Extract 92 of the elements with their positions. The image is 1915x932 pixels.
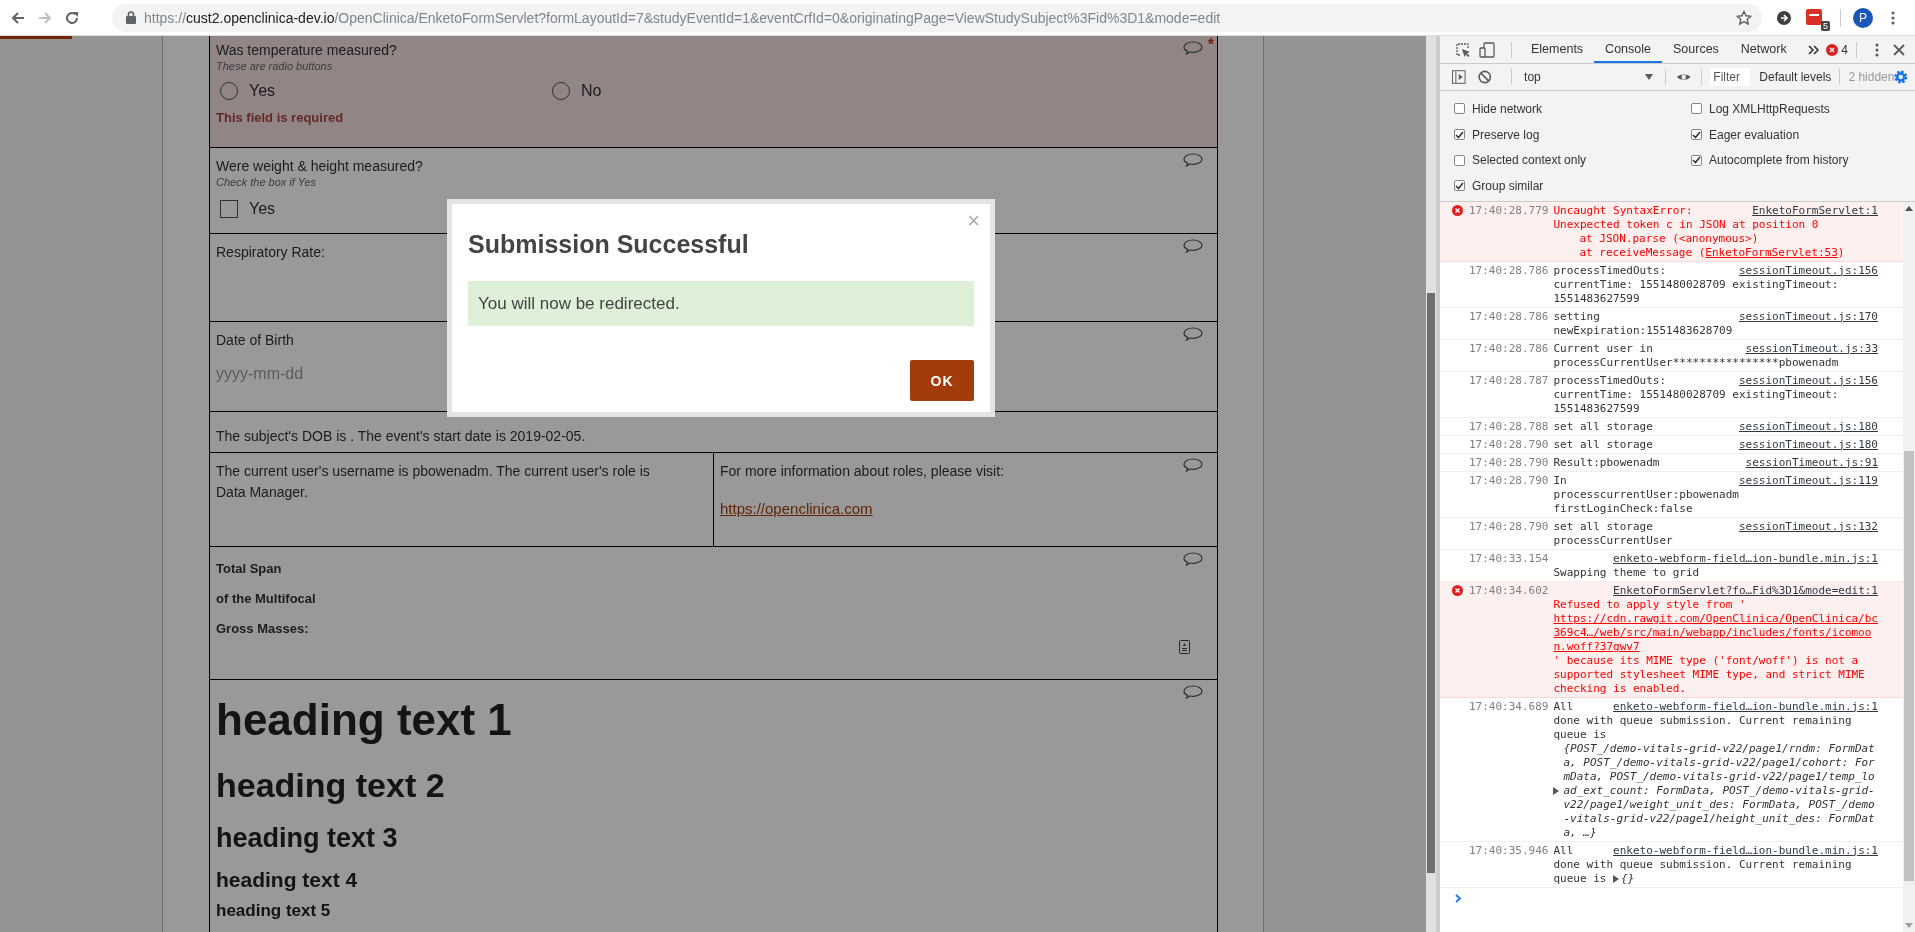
source-link[interactable]: enketo-webform-field…ion-bundle.min.js:1 <box>1613 551 1878 566</box>
checkbox-label: Group similar <box>1472 178 1544 193</box>
heading: heading text 1 <box>216 694 512 746</box>
source-link[interactable]: sessionTimeout.js:156 <box>1738 373 1878 388</box>
address-bar[interactable]: https://cust2.openclinica-dev.io/OpenClinica/EnketoFormServlet?formLayoutId=7&studyEventId=1&eventCrfId=0&originatingPage=ViewStudySubject%3Fid%3D1&mode=edit <box>112 3 1762 32</box>
message-text: setting sessionTimeout.js:170 newExpiration:1551483628709 <box>1553 309 1879 338</box>
error-message: This field is required <box>216 110 344 125</box>
message-text: All enketo-webform-field…ion-bundle.min.js:1 done with queue submission. Current remaining queue is {} <box>1553 843 1879 886</box>
filter-field[interactable]: Filter <box>1710 68 1751 86</box>
object-preview[interactable]: {} <box>1621 871 1635 885</box>
source-link[interactable]: sessionTimeout.js:170 <box>1738 309 1878 324</box>
context-select[interactable]: top <box>1520 70 1657 84</box>
source-link[interactable]: enketo-webform-field…ion-bundle.min.js:1 <box>1613 699 1878 714</box>
question-label: Respiratory Rate: <box>216 243 325 262</box>
devtools-tab[interactable]: Elements <box>1520 36 1595 63</box>
label-line: Gross Masses: <box>216 620 309 638</box>
heading: heading text 2 <box>216 764 445 806</box>
required-asterisk: * <box>1207 36 1214 54</box>
source-link[interactable]: sessionTimeout.js:33 <box>1745 341 1878 356</box>
message-text: All enketo-webform-field…ion-bundle.min.js:1 done with queue submission. Current remaining queue is {POST_/demo-vitals-grid-v22/page1/rndm: FormData, POST_/demo-vitals-grid-v22/page1/cohort: FormData, POST_/demo-vitals-grid-v22/page1/temp_load_ext_count: FormData, POST_/demo-vitals-grid-v22/page1/weight_unit_des: FormData, POST_/demo-vitals-grid-v22/page1/height_unit_des: FormData, …} <box>1553 699 1879 840</box>
checkbox-label: Selected context only <box>1472 153 1587 168</box>
date-field[interactable]: yyyy-mm-dd <box>216 365 516 383</box>
modal-title: Submission Successful <box>468 230 750 259</box>
timestamp: 17:40:35.946 <box>1469 843 1549 859</box>
checkbox-label: Preserve log <box>1472 127 1540 142</box>
source-link[interactable]: EnketoFormServlet:53 <box>1705 245 1838 259</box>
label-line: of the Multifocal <box>216 590 316 608</box>
option-label: Yes <box>249 82 276 100</box>
message-text: processTimedOuts: sessionTimeout.js:156 currentTime: 1551480028709 existingTimeout: 1551483627599 <box>1553 263 1879 306</box>
note-text: The subject's DOB is . The event's start date is 2019-02-05. <box>216 428 586 444</box>
link[interactable]: https://openclinica.com <box>720 500 873 517</box>
error-count[interactable]: 4 <box>1841 42 1848 57</box>
question-label: Was temperature measured? <box>216 41 397 60</box>
heading: heading text 3 <box>216 821 398 854</box>
source-link[interactable]: sessionTimeout.js:180 <box>1738 419 1878 434</box>
profile-button[interactable]: P <box>1853 7 1873 28</box>
timestamp: 17:40:34.689 <box>1469 699 1549 715</box>
message-text: processTimedOuts: sessionTimeout.js:156 currentTime: 1551480028709 existingTimeout: 1551483627599 <box>1553 373 1879 416</box>
source-link[interactable]: sessionTimeout.js:119 <box>1738 473 1878 488</box>
source-link[interactable]: enketo-webform-field…ion-bundle.min.js:1 <box>1613 843 1878 858</box>
timestamp: 17:40:28.790 <box>1469 473 1549 489</box>
checkbox-label: Eager evaluation <box>1709 127 1800 142</box>
option-label: No <box>581 82 602 100</box>
source-link[interactable]: EnketoFormServlet?fo…Fid%3D1&mode=edit:1 <box>1613 583 1878 598</box>
info-text: The current user's username is pbowenadm. The current user's role is Data Manager. <box>216 462 651 502</box>
heading: heading text 5 <box>216 901 331 922</box>
message-text: enketo-webform-field…ion-bundle.min.js:1 Swapping theme to grid <box>1553 551 1879 580</box>
checkbox-label: Log XMLHttpRequests <box>1709 101 1830 116</box>
source-link[interactable]: EnketoFormServlet:1 <box>1752 203 1878 218</box>
option-label: Yes <box>249 200 276 218</box>
timestamp: 17:40:28.788 <box>1469 419 1549 434</box>
devtools-tab[interactable]: Network <box>1729 36 1798 63</box>
source-link[interactable]: sessionTimeout.js:91 <box>1745 455 1878 470</box>
timestamp: 17:40:28.790 <box>1469 455 1549 470</box>
ok-button[interactable]: OK <box>910 360 974 401</box>
checkbox-label: Autocomplete from history <box>1709 153 1849 168</box>
source-link[interactable]: sessionTimeout.js:132 <box>1738 519 1878 534</box>
timestamp: 17:40:28.786 <box>1469 341 1549 357</box>
success-message: You will now be redirected. <box>468 281 974 326</box>
question-hint: These are radio buttons <box>216 61 333 72</box>
heading: heading text 4 <box>216 867 358 893</box>
extension-badge: 5 <box>1821 20 1830 31</box>
timestamp: 17:40:28.790 <box>1469 519 1549 535</box>
timestamp: 17:40:34.602 <box>1469 583 1549 599</box>
devtools-tab[interactable]: Sources <box>1662 36 1730 63</box>
url-text: https://cust2.openclinica-dev.io/OpenClinica/EnketoFormServlet?formLayoutId=7&studyEventId=1&eventCrfId=0&originatingPage=ViewStudySubject%3Fid%3D1&mode=edit <box>144 9 1221 26</box>
message-text: EnketoFormServlet?fo…Fid%3D1&mode=edit:1 Refused to apply style from ' https://cdn.rawgit.com/OpenClinica/OpenClinica/bc369c4…/web/src/main/webapp/includes/fonts/icomoon.woff?37gwv7 ' because its MIME type ('font/woff') is not a supported stylesheet MIME type, and strict MIME checking is enabled. <box>1553 583 1879 696</box>
question-hint: Check the box if Yes <box>216 177 317 188</box>
message-text: set all storage sessionTimeout.js:180 <box>1553 419 1879 434</box>
timestamp: 17:40:28.787 <box>1469 373 1549 389</box>
message-text: Current user in sessionTimeout.js:33 processCurrentUser****************pbowenadm <box>1553 341 1879 370</box>
timestamp: 17:40:33.154 <box>1469 551 1549 567</box>
source-link[interactable]: sessionTimeout.js:180 <box>1738 437 1878 452</box>
question-label: Were weight & height measured? <box>216 157 423 176</box>
object-preview[interactable]: {POST_/demo-vitals-grid-v22/page1/rndm: FormData, POST_/demo-vitals-grid-v22/page1/cohort: FormData, POST_/demo-vitals-grid-v22/page1/temp_load_ext_count: FormData, POST_/demo-vitals-grid-v22/page1/weight_unit_des: FormData, POST_/demo-vitals-grid-v22/page1/height_unit_des: FormData, …} <box>1563 741 1878 840</box>
message-text: In sessionTimeout.js:119 processcurrentUser:pbowenadm firstLoginCheck:false <box>1553 473 1879 516</box>
timestamp: 17:40:28.790 <box>1469 437 1549 452</box>
message-text: set all storage sessionTimeout.js:132 processCurrentUser <box>1553 519 1879 548</box>
hidden-count: 2 hidden <box>1848 70 1895 84</box>
message-text: Uncaught SyntaxError: EnketoFormServlet:1 Unexpected token c in JSON at position 0 at JSON.parse (<anonymous>) at receiveMessage (EnketoFormServlet:53) <box>1553 203 1879 260</box>
label-line: Total Span <box>216 560 282 578</box>
message-text: Result:pbowenadm sessionTimeout.js:91 <box>1553 455 1879 470</box>
question-label: Date of Birth <box>216 331 294 350</box>
timestamp: 17:40:28.779 <box>1469 203 1549 219</box>
timestamp: 17:40:28.786 <box>1469 309 1549 325</box>
checkbox-label: Hide network <box>1472 101 1543 116</box>
source-link[interactable]: sessionTimeout.js:156 <box>1738 263 1878 278</box>
timestamp: 17:40:28.786 <box>1469 263 1549 279</box>
info-text: For more information about roles, please visit: <box>720 462 1004 481</box>
levels-dropdown[interactable]: Default levels <box>1759 70 1832 84</box>
url-link[interactable]: https://cdn.rawgit.com/OpenClinica/OpenClinica/bc369c4…/web/src/main/webapp/includes/fonts/icomoon.woff?37gwv7 <box>1553 611 1878 654</box>
message-text: set all storage sessionTimeout.js:180 <box>1553 437 1879 452</box>
